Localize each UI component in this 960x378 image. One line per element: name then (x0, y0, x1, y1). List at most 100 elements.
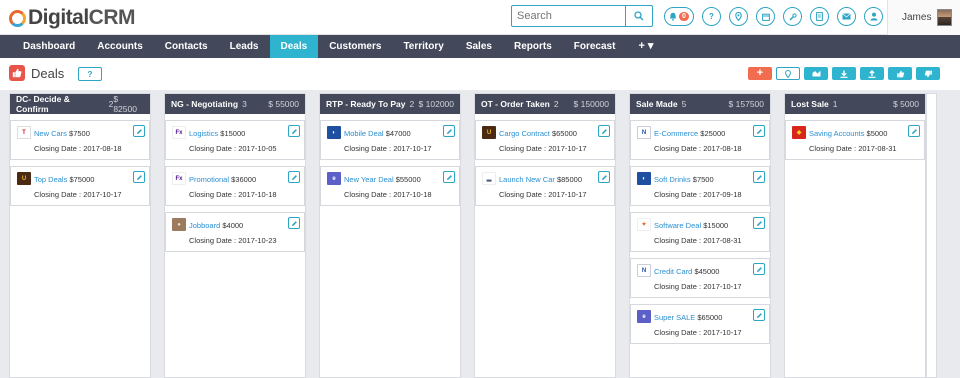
deal-name-link[interactable]: Saving Accounts (809, 129, 864, 138)
deal-name-link[interactable]: Software Deal (654, 221, 701, 230)
person-logo-icon: ● (172, 218, 186, 231)
deal-name-link[interactable]: New Cars (34, 129, 67, 138)
nav-item-sales[interactable]: Sales (455, 35, 503, 58)
chart-view-button[interactable] (804, 67, 828, 80)
nav-item-forecast[interactable]: Forecast (563, 35, 627, 58)
edit-deal-button[interactable] (288, 171, 300, 183)
edit-deal-button[interactable] (443, 171, 455, 183)
upload-button[interactable] (860, 67, 884, 80)
nav-item-customers[interactable]: Customers (318, 35, 392, 58)
help-button[interactable]: ? (702, 7, 721, 26)
won-deals-button[interactable] (888, 67, 912, 80)
edit-deal-button[interactable] (133, 171, 145, 183)
deal-card[interactable]: T New Cars $7500 Closing Date : 2017-08-18 (10, 120, 150, 160)
documents-button[interactable] (810, 7, 829, 26)
nav-item-leads[interactable]: Leads (219, 35, 270, 58)
deal-title-line: Mobile Deal $47000 (344, 129, 411, 138)
calendar-icon (761, 13, 770, 21)
edit-deal-button[interactable] (753, 125, 765, 137)
map-view-button[interactable] (776, 67, 800, 80)
fedex-logo-icon: Fx (172, 172, 186, 185)
nav-item-deals[interactable]: Deals (269, 35, 319, 58)
stage-count: 2 (409, 99, 415, 109)
deal-name-link[interactable]: Soft Drinks (654, 175, 691, 184)
bell-icon (670, 12, 677, 21)
pencil-icon (136, 174, 142, 180)
deal-card[interactable]: ◐ Mobile Deal $47000 Closing Date : 2017-1… (320, 120, 460, 160)
edit-deal-button[interactable] (133, 125, 145, 137)
deal-name-link[interactable]: Super SALE (654, 313, 695, 322)
edit-deal-button[interactable] (443, 125, 455, 137)
profile-button[interactable] (864, 7, 883, 26)
nav-item-dashboard[interactable]: Dashboard (12, 35, 86, 58)
calendar-button[interactable] (756, 7, 775, 26)
deal-name-link[interactable]: Launch New Car (499, 175, 555, 184)
ebay-logo-icon: e (327, 172, 341, 185)
deal-name-link[interactable]: Top Deals (34, 175, 67, 184)
deal-card[interactable]: U Cargo Contract $65000 Closing Date : 201… (475, 120, 615, 160)
edit-deal-button[interactable] (288, 125, 300, 137)
deal-amount: $47000 (385, 129, 411, 138)
nav-item-accounts[interactable]: Accounts (86, 35, 154, 58)
board-scroll-area[interactable] (926, 93, 937, 378)
deal-card[interactable]: e New Year Deal $55000 Closing Date : 2017… (320, 166, 460, 206)
deal-name-link[interactable]: Cargo Contract (499, 129, 550, 138)
page-help-button[interactable]: ? (78, 67, 102, 81)
user-menu[interactable]: James (887, 0, 960, 35)
deal-title-line: Credit Card $45000 (654, 267, 719, 276)
thumbs-up-icon (12, 68, 22, 78)
download-button[interactable] (832, 67, 856, 80)
pipeline-column: RTP - Ready To Pay 2 $ 102000 ◐ Mobile Deal … (319, 93, 461, 378)
deal-name-link[interactable]: Credit Card (654, 267, 692, 276)
pencil-icon (601, 174, 607, 180)
search-input[interactable] (512, 6, 626, 26)
notifications-button[interactable]: 0 (664, 7, 694, 26)
tools-button[interactable] (783, 7, 802, 26)
deal-card[interactable]: Fx Promotional $36000 Closing Date : 2017-… (165, 166, 305, 206)
location-button[interactable] (729, 7, 748, 26)
location-icon (785, 69, 791, 78)
nav-item-territory[interactable]: Territory (392, 35, 454, 58)
deal-name-link[interactable]: Mobile Deal (344, 129, 384, 138)
edit-deal-button[interactable] (598, 171, 610, 183)
deal-amount: $7500 (692, 175, 714, 184)
deal-card[interactable]: N E-Commerce $25000 Closing Date : 2017-08… (630, 120, 770, 160)
page-title: Deals (31, 66, 65, 81)
deal-card[interactable]: N Credit Card $45000 Closing Date : 2017-1… (630, 258, 770, 298)
deal-card[interactable]: Fx Logistics $15000 Closing Date : 2017-10… (165, 120, 305, 160)
deal-name-link[interactable]: Logistics (189, 129, 218, 138)
edit-deal-button[interactable] (753, 217, 765, 229)
deal-card[interactable]: ◐ Soft Drinks $7500 Closing Date : 2017-09… (630, 166, 770, 206)
deal-name-link[interactable]: Promotional (189, 175, 229, 184)
search-button[interactable] (625, 6, 652, 26)
add-deal-button[interactable]: + (748, 67, 772, 80)
edit-deal-button[interactable] (753, 263, 765, 275)
deal-title-line: Promotional $36000 (189, 175, 256, 184)
add-icon: + (756, 67, 764, 79)
nav-more-menu[interactable]: + ▾ (626, 35, 665, 58)
deal-card[interactable]: U Top Deals $75000 Closing Date : 2017-10-… (10, 166, 150, 206)
deal-card[interactable]: e Super SALE $65000 Closing Date : 2017-10… (630, 304, 770, 344)
deal-card[interactable]: ✦ Software Deal $15000 Closing Date : 2017… (630, 212, 770, 252)
edit-deal-button[interactable] (908, 125, 920, 137)
nav-item-reports[interactable]: Reports (503, 35, 563, 58)
deal-name-link[interactable]: Jobboard (189, 221, 220, 230)
stage-name: Lost Sale (791, 99, 829, 109)
lost-deals-button[interactable] (916, 67, 940, 80)
deal-name-link[interactable]: New Year Deal (344, 175, 394, 184)
windows-logo-icon: ✦ (637, 218, 651, 231)
closing-date: Closing Date : 2017-08-18 (34, 144, 122, 153)
edit-deal-button[interactable] (753, 309, 765, 321)
app-logo[interactable]: Digital CRM (9, 6, 136, 30)
edit-deal-button[interactable] (753, 171, 765, 183)
deal-card[interactable]: ◆ Saving Accounts $5000 Closing Date : 201… (785, 120, 925, 160)
deal-card[interactable]: ● Jobboard $4000 Closing Date : 2017-10-23 (165, 212, 305, 252)
closing-date: Closing Date : 2017-08-31 (654, 236, 742, 245)
deal-card[interactable]: ▂ Launch New Car $85000 Closing Date : 201… (475, 166, 615, 206)
deal-title-line: Software Deal $15000 (654, 221, 728, 230)
mail-button[interactable] (837, 7, 856, 26)
edit-deal-button[interactable] (288, 217, 300, 229)
edit-deal-button[interactable] (598, 125, 610, 137)
deal-name-link[interactable]: E-Commerce (654, 129, 698, 138)
nav-item-contacts[interactable]: Contacts (154, 35, 219, 58)
